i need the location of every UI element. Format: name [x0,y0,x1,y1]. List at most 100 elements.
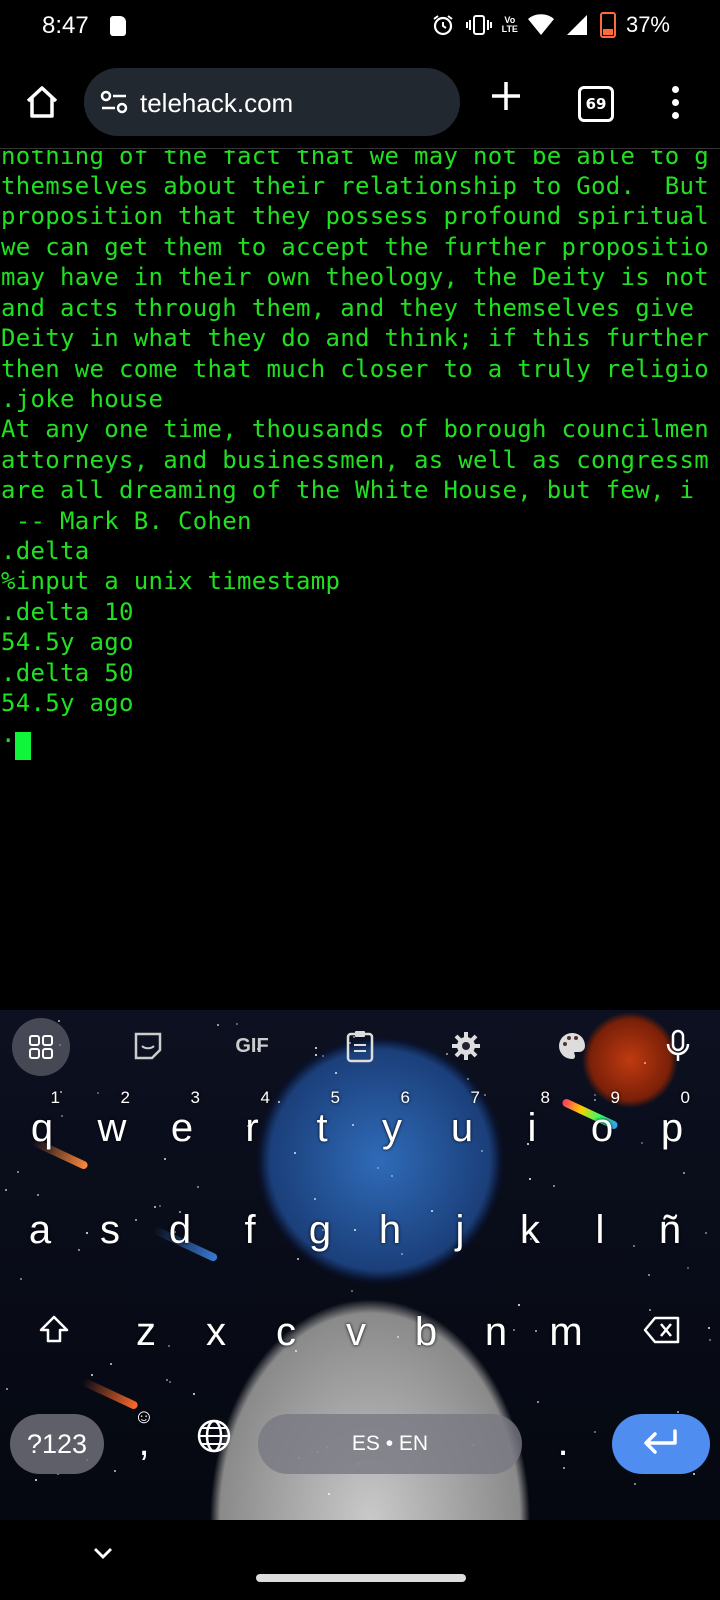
key-d[interactable]: d [150,1190,210,1270]
alarm-icon [430,12,456,38]
decor-star [634,1483,636,1485]
key-v[interactable]: v [326,1292,386,1372]
key-o[interactable]: 9o [572,1088,632,1168]
home-gesture-bar[interactable] [256,1574,466,1582]
key-r[interactable]: 4r [222,1088,282,1168]
clipboard-icon[interactable] [332,1018,388,1074]
backspace-key[interactable] [630,1292,694,1372]
decor-star [529,1178,531,1180]
terminal-line: .delta [1,537,90,565]
key-i[interactable]: 8i [502,1088,562,1168]
shift-key[interactable] [22,1292,86,1372]
key-b[interactable]: b [396,1292,456,1372]
text-cursor [15,732,31,760]
terminal-output[interactable]: nothing of the fact that we may not be a… [0,150,720,1008]
clock: 8:47 [42,12,89,39]
key-q[interactable]: 1q [12,1088,72,1168]
key-g[interactable]: g [290,1190,350,1270]
language-globe-key[interactable] [184,1406,244,1476]
terminal-line: .delta 50 [1,659,134,687]
terminal-line: Deity in what they do and think; if this… [1,324,709,352]
key-y[interactable]: 6y [362,1088,422,1168]
terminal-line: we can get them to accept the further pr… [1,233,709,261]
key-m[interactable]: m [536,1292,596,1372]
terminal-line: and acts through them, and they themselv… [1,294,695,322]
new-tab-icon[interactable] [488,78,524,114]
enter-icon [641,1428,681,1460]
spacebar[interactable]: ES • EN [258,1414,522,1474]
terminal-line: 54.5y ago [1,628,134,656]
decor-star [166,1379,168,1381]
globe-icon [184,1418,244,1464]
tab-switcher-button[interactable]: 69 [578,86,614,122]
key-x[interactable]: x [186,1292,246,1372]
key-j[interactable]: j [430,1190,490,1270]
theme-palette-icon[interactable] [544,1018,600,1074]
terminal-line: At any one time, thousands of borough co… [1,415,709,443]
key-n-tilde[interactable]: ñ [640,1190,700,1270]
url-text[interactable]: telehack.com [140,88,293,119]
terminal-prompt[interactable]: . [1,720,16,748]
vibrate-icon [465,12,492,38]
key-w[interactable]: 2w [82,1088,142,1168]
terminal-line: %input a unix timestamp [1,567,341,595]
address-bar[interactable]: telehack.com [84,68,460,136]
key-t[interactable]: 5t [292,1088,352,1168]
decor-star [708,1327,710,1329]
terminal-line: nothing of the fact that we may not be a… [1,150,709,170]
gif-button[interactable]: GIF [224,1018,280,1074]
decor-star [5,1189,7,1191]
terminal-line: may have in their own theology, the Deit… [1,263,709,291]
keyboard-toolbar: GIF [0,1010,720,1088]
key-u[interactable]: 7u [432,1088,492,1168]
battery-level: 37% [625,12,670,37]
soft-keyboard: GIF 1q 2w 3e 4r 5t 6y 7u 8i 9o 0p a s d … [0,1010,720,1520]
key-l[interactable]: l [570,1190,630,1270]
terminal-line: then we come that much closer to a truly… [1,355,709,383]
key-n[interactable]: n [466,1292,526,1372]
site-settings-icon[interactable] [100,90,128,114]
backspace-icon [630,1310,694,1355]
decor-star [705,1232,707,1234]
decor-star [17,1171,19,1173]
decor-star [594,1431,596,1433]
enter-key[interactable] [612,1414,710,1474]
key-e[interactable]: 3e [152,1088,212,1168]
shift-icon [22,1310,86,1355]
terminal-line: proposition that they possess profound s… [1,202,709,230]
key-a[interactable]: a [10,1190,70,1270]
key-c[interactable]: c [256,1292,316,1372]
decor-star [193,1393,195,1395]
terminal-line: -- Mark B. Cohen [1,507,252,535]
terminal-line: .delta 10 [1,598,134,626]
key-f[interactable]: f [220,1190,280,1270]
key-h[interactable]: h [360,1190,420,1270]
status-bar: 8:47 Vo LTE 37% [0,0,720,60]
period-key[interactable]: . [538,1402,588,1482]
key-z[interactable]: z [116,1292,176,1372]
terminal-line: 54.5y ago [1,689,134,717]
decor-star [648,1274,650,1276]
decor-star [110,1363,112,1365]
terminal-line: .joke house [1,385,164,413]
home-icon[interactable] [22,82,62,122]
key-k[interactable]: k [500,1190,560,1270]
apps-grid-icon[interactable] [12,1018,70,1076]
wifi-icon [527,12,554,38]
decor-star [20,1278,22,1280]
hide-keyboard-chevron-icon[interactable] [92,1542,114,1564]
emoji-comma-key[interactable]: ☺ , [116,1402,172,1482]
status-icons: Vo LTE 37% [430,12,670,38]
terminal-line: are all dreaming of the White House, but… [1,476,695,504]
overflow-menu-icon[interactable] [672,86,680,120]
decor-star [709,1339,711,1341]
decor-star [553,1185,555,1187]
symbols-key[interactable]: ?123 [10,1414,104,1474]
sticker-icon[interactable] [120,1018,176,1074]
settings-gear-icon[interactable] [438,1018,494,1074]
decor-star [169,1381,171,1383]
browser-toolbar: telehack.com 69 [0,60,720,149]
key-s[interactable]: s [80,1190,140,1270]
microphone-icon[interactable] [650,1018,706,1074]
key-p[interactable]: 0p [642,1088,702,1168]
